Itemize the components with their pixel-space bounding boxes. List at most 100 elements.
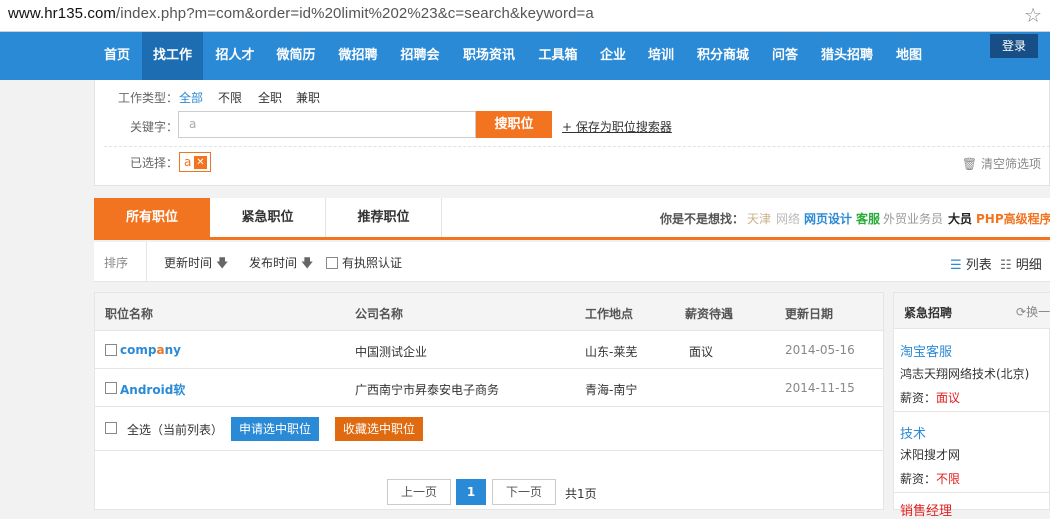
page-1-button[interactable]: 1	[456, 479, 486, 505]
refresh-button[interactable]: ⟳换一	[1016, 303, 1050, 320]
col-salary: 薪资待遇	[685, 307, 734, 321]
job-date: 2014-11-15	[785, 381, 855, 395]
url-text[interactable]: www.hr135.com/index.php?m=com&order=id%2…	[8, 5, 594, 22]
job-table: 职位名称 公司名称 工作地点 薪资待遇 更新日期 company 中国测试企业 …	[94, 292, 884, 510]
checkbox-icon	[326, 257, 338, 269]
save-search-link[interactable]: + 保存为职位搜索器	[562, 118, 672, 135]
job-title-link[interactable]: company	[120, 343, 181, 357]
bulk-action-bar: 全选（当前列表） 申请选中职位 收藏选中职位	[95, 407, 883, 451]
view-list-button[interactable]: ☰ 列表	[950, 254, 992, 273]
job-type-any[interactable]: 不限	[218, 89, 242, 106]
next-page-button[interactable]: 下一页	[492, 479, 556, 505]
suggest-network[interactable]: 网络	[776, 210, 800, 227]
bookmark-star-icon[interactable]: ☆	[1024, 3, 1042, 27]
company-name[interactable]: 中国测试企业	[355, 343, 427, 360]
tab-all-jobs[interactable]: 所有职位	[94, 198, 210, 237]
suggest-label: 你是不是想找：	[660, 212, 745, 226]
job-title-link[interactable]: Android软	[120, 381, 185, 398]
job-type-fulltime[interactable]: 全职	[258, 89, 282, 106]
nav-item-hire[interactable]: 招人才	[205, 32, 265, 80]
arrow-down-icon: 🡇	[216, 256, 229, 270]
keyword-input[interactable]: a	[178, 111, 476, 138]
list-icon: ☰	[950, 258, 962, 273]
nav-item-tools[interactable]: 工具箱	[528, 32, 588, 80]
nav-item-job-fair[interactable]: 招聘会	[390, 32, 450, 80]
view-detail-button[interactable]: ☷ 明细	[1000, 254, 1042, 273]
suggest-customer-service[interactable]: 客服	[856, 210, 880, 227]
nav-item-qa[interactable]: 问答	[762, 32, 808, 80]
suggest-web-design[interactable]: 网页设计	[804, 210, 852, 227]
nav-item-headhunter[interactable]: 猎头招聘	[810, 32, 884, 80]
checkbox-icon	[105, 382, 117, 394]
tab-urgent-jobs[interactable]: 紧急职位	[210, 198, 326, 237]
trash-icon: 🗑	[961, 157, 978, 171]
urgent-job-salary: 薪资：面议	[900, 391, 961, 405]
nav-item-home[interactable]: 首页	[94, 32, 140, 80]
nav-item-micro-recruit[interactable]: 微招聘	[328, 32, 388, 80]
job-type-parttime[interactable]: 兼职	[296, 89, 320, 106]
nav-item-news[interactable]: 职场资讯	[452, 32, 526, 80]
job-salary: 面议	[689, 345, 714, 359]
license-filter-checkbox[interactable]: 有执照认证	[326, 254, 402, 271]
table-header: 职位名称 公司名称 工作地点 薪资待遇 更新日期	[95, 293, 883, 331]
sort-update-time[interactable]: 更新时间 🡇	[164, 254, 228, 275]
urgent-job-title[interactable]: 淘宝客服	[900, 341, 952, 360]
table-row: Android软 广西南宁市昇泰安电子商务 青海-南宁 2014-11-15	[95, 369, 883, 407]
col-job-name: 职位名称	[105, 307, 154, 321]
suggest-tianjin[interactable]: 天津	[747, 210, 771, 227]
sort-bar: 排序 更新时间 🡇 发布时间 🡇 有执照认证 ☰ 列表 ☷ 明细	[94, 242, 1050, 282]
urgent-panel-header: 紧急招聘 ⟳换一	[894, 293, 1050, 329]
company-name[interactable]: 广西南宁市昇泰安电子商务	[355, 381, 499, 398]
nav-item-company[interactable]: 企业	[590, 32, 636, 80]
nav-item-points-mall[interactable]: 积分商城	[686, 32, 760, 80]
sort-label: 排序	[104, 256, 129, 270]
clear-filters-button[interactable]: 🗑 清空筛选项	[962, 155, 1041, 172]
total-pages: 共1页	[565, 487, 597, 501]
col-location: 工作地点	[585, 307, 634, 321]
urgent-job-salary: 薪资：不限	[900, 472, 961, 486]
urgent-job-company[interactable]: 鸿志天翔网络技术(北京)	[900, 365, 1029, 382]
selected-tag-text: a	[184, 155, 192, 169]
urgent-job-company[interactable]: 沭阳搜才网	[900, 446, 960, 463]
login-button[interactable]: 登录	[990, 34, 1038, 58]
job-type-label: 工作类型：	[118, 91, 179, 105]
job-checkbox[interactable]	[105, 343, 121, 357]
job-date: 2014-05-16	[785, 343, 855, 357]
col-date: 更新日期	[785, 307, 834, 321]
sort-divider	[146, 242, 147, 282]
table-row: company 中国测试企业 山东-莱芜 面议 2014-05-16	[95, 331, 883, 369]
job-location: 山东-莱芜	[585, 345, 638, 359]
favorite-selected-button[interactable]: 收藏选中职位	[335, 417, 423, 441]
sort-publish-time[interactable]: 发布时间 🡇	[249, 254, 313, 275]
col-company: 公司名称	[355, 307, 404, 321]
detail-icon: ☷	[1000, 258, 1012, 273]
job-type-all[interactable]: 全部	[179, 89, 203, 106]
nav-item-micro-resume[interactable]: 微简历	[266, 32, 326, 80]
nav-item-find-job[interactable]: 找工作	[142, 32, 203, 80]
select-all-checkbox[interactable]	[105, 421, 121, 435]
suggest-dayuan[interactable]: 大员	[948, 210, 972, 227]
browser-address-bar[interactable]: www.hr135.com/index.php?m=com&order=id%2…	[0, 0, 1050, 32]
urgent-divider	[894, 411, 1050, 412]
main-nav: 首页 找工作 招人才 微简历 微招聘 招聘会 职场资讯 工具箱 企业 培训 积分…	[0, 32, 1050, 80]
urgent-job-title[interactable]: 技术	[900, 423, 926, 442]
prev-page-button[interactable]: 上一页	[387, 479, 451, 505]
remove-tag-icon[interactable]: ✕	[194, 156, 207, 169]
arrow-down-icon: 🡇	[301, 256, 314, 270]
search-jobs-button[interactable]: 搜职位	[476, 111, 552, 138]
nav-item-training[interactable]: 培训	[638, 32, 684, 80]
job-tabs: 所有职位 紧急职位 推荐职位 你是不是想找： 天津 网络 网页设计 客服 外贸业…	[94, 198, 1050, 240]
apply-selected-button[interactable]: 申请选中职位	[231, 417, 319, 441]
suggest-trade-sales[interactable]: 外贸业务员	[883, 210, 943, 227]
job-checkbox[interactable]	[105, 381, 121, 395]
selected-filter-tag[interactable]: a ✕	[179, 152, 211, 172]
keyword-label: 关键字：	[130, 120, 179, 134]
checkbox-icon	[105, 422, 117, 434]
filter-divider	[104, 146, 1050, 147]
nav-item-map[interactable]: 地图	[886, 32, 932, 80]
refresh-icon: ⟳	[1016, 305, 1027, 319]
urgent-jobs-panel: 紧急招聘 ⟳换一 淘宝客服 鸿志天翔网络技术(北京) 薪资：面议 技术 沭阳搜才…	[893, 292, 1050, 519]
suggest-php[interactable]: PHP高级程序	[976, 210, 1050, 227]
tab-recommended-jobs[interactable]: 推荐职位	[326, 198, 442, 237]
urgent-divider	[894, 492, 1050, 493]
